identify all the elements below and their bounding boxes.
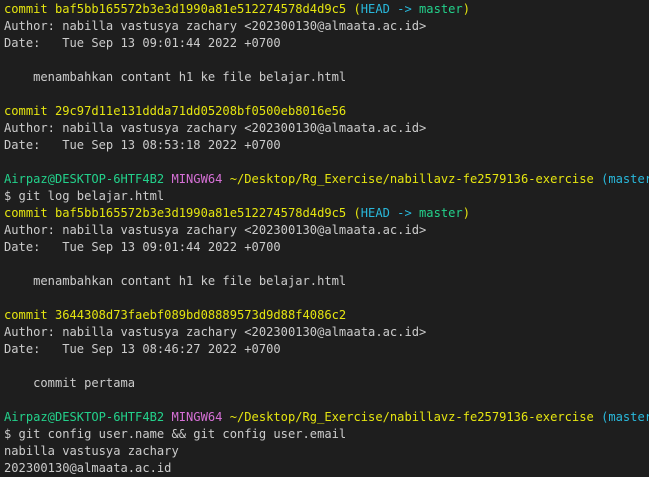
terminal-text-segment: (master) bbox=[601, 172, 649, 186]
terminal-line: Date: Tue Sep 13 09:01:44 2022 +0700 bbox=[4, 35, 649, 52]
terminal-text-segment: ( bbox=[353, 2, 361, 16]
terminal-text-segment: Airpaz@DESKTOP-6HTF4B2 bbox=[4, 410, 172, 424]
terminal-line: 202300130@almaata.ac.id bbox=[4, 460, 649, 477]
terminal-line: commit baf5bb165572b3e3d1990a81e51227457… bbox=[4, 205, 649, 222]
terminal-text-segment: $ git log belajar.html bbox=[4, 189, 165, 203]
terminal-text-segment: Author: nabilla vastusya zachary <202300… bbox=[4, 223, 427, 237]
terminal-text-segment: menambahkan contant h1 ke file belajar.h… bbox=[4, 274, 347, 288]
terminal-text-segment: MINGW64 bbox=[171, 410, 230, 424]
terminal-text-segment: master bbox=[419, 2, 463, 16]
terminal-text-segment: MINGW64 bbox=[171, 172, 230, 186]
terminal-text-segment: commit 29c97d11e131ddda71dd05208bf0500eb… bbox=[4, 104, 347, 118]
terminal-text-segment: HEAD -> bbox=[360, 2, 420, 16]
terminal-text-segment: ~/Desktop/Rg_Exercise/nabillavz-fe257913… bbox=[229, 172, 602, 186]
terminal-line: Airpaz@DESKTOP-6HTF4B2 MINGW64 ~/Desktop… bbox=[4, 409, 649, 426]
terminal-line: commit 29c97d11e131ddda71dd05208bf0500eb… bbox=[4, 103, 649, 120]
terminal-line: $ git config user.name && git config use… bbox=[4, 426, 649, 443]
terminal-text-segment: nabilla vastusya zachary bbox=[4, 444, 179, 458]
terminal-text-segment: Airpaz@DESKTOP-6HTF4B2 bbox=[4, 172, 172, 186]
terminal-line: commit baf5bb165572b3e3d1990a81e51227457… bbox=[4, 1, 649, 18]
terminal-text-segment: commit pertama bbox=[4, 376, 136, 390]
terminal-line: Author: nabilla vastusya zachary <202300… bbox=[4, 120, 649, 137]
terminal-text-segment: ~/Desktop/Rg_Exercise/nabillavz-fe257913… bbox=[229, 410, 602, 424]
terminal-text-segment: commit 3644308d73faebf089bd08889573d9d88… bbox=[4, 308, 347, 322]
terminal-text-segment: HEAD -> bbox=[360, 206, 420, 220]
terminal-text-segment: menambahkan contant h1 ke file belajar.h… bbox=[4, 70, 347, 84]
terminal-text-segment: Author: nabilla vastusya zachary <202300… bbox=[4, 121, 427, 135]
terminal-text-segment: $ git config user.name && git config use… bbox=[4, 427, 347, 441]
terminal-line: Date: Tue Sep 13 08:46:27 2022 +0700 bbox=[4, 341, 649, 358]
terminal-line: $ git log belajar.html bbox=[4, 188, 649, 205]
terminal-line: nabilla vastusya zachary bbox=[4, 443, 649, 460]
terminal-text-segment: master bbox=[419, 206, 463, 220]
terminal-text-segment: ) bbox=[462, 206, 470, 220]
terminal-line: Date: Tue Sep 13 08:53:18 2022 +0700 bbox=[4, 137, 649, 154]
terminal-line: Date: Tue Sep 13 09:01:44 2022 +0700 bbox=[4, 239, 649, 256]
terminal-line: Author: nabilla vastusya zachary <202300… bbox=[4, 324, 649, 341]
terminal-line: Author: nabilla vastusya zachary <202300… bbox=[4, 222, 649, 239]
terminal-output[interactable]: commit baf5bb165572b3e3d1990a81e51227457… bbox=[4, 1, 649, 477]
terminal-text-segment: commit baf5bb165572b3e3d1990a81e51227457… bbox=[4, 206, 354, 220]
terminal-text-segment: Author: nabilla vastusya zachary <202300… bbox=[4, 19, 427, 33]
terminal-text-segment: ) bbox=[462, 2, 470, 16]
terminal-text-segment: Date: Tue Sep 13 09:01:44 2022 +0700 bbox=[4, 36, 281, 50]
terminal-line: commit 3644308d73faebf089bd08889573d9d88… bbox=[4, 307, 649, 324]
terminal-line: menambahkan contant h1 ke file belajar.h… bbox=[4, 273, 649, 290]
terminal-line: Airpaz@DESKTOP-6HTF4B2 MINGW64 ~/Desktop… bbox=[4, 171, 649, 188]
terminal-text-segment: ( bbox=[353, 206, 361, 220]
terminal-text-segment: 202300130@almaata.ac.id bbox=[4, 461, 172, 475]
terminal-text-segment: Author: nabilla vastusya zachary <202300… bbox=[4, 325, 427, 339]
terminal-text-segment: Date: Tue Sep 13 08:46:27 2022 +0700 bbox=[4, 342, 281, 356]
terminal-line: Author: nabilla vastusya zachary <202300… bbox=[4, 18, 649, 35]
terminal-text-segment: (master) bbox=[601, 410, 649, 424]
terminal-text-segment: Date: Tue Sep 13 09:01:44 2022 +0700 bbox=[4, 240, 281, 254]
terminal-text-segment: Date: Tue Sep 13 08:53:18 2022 +0700 bbox=[4, 138, 281, 152]
terminal-line: commit pertama bbox=[4, 375, 649, 392]
terminal-line: menambahkan contant h1 ke file belajar.h… bbox=[4, 69, 649, 86]
terminal-text-segment: commit baf5bb165572b3e3d1990a81e51227457… bbox=[4, 2, 354, 16]
